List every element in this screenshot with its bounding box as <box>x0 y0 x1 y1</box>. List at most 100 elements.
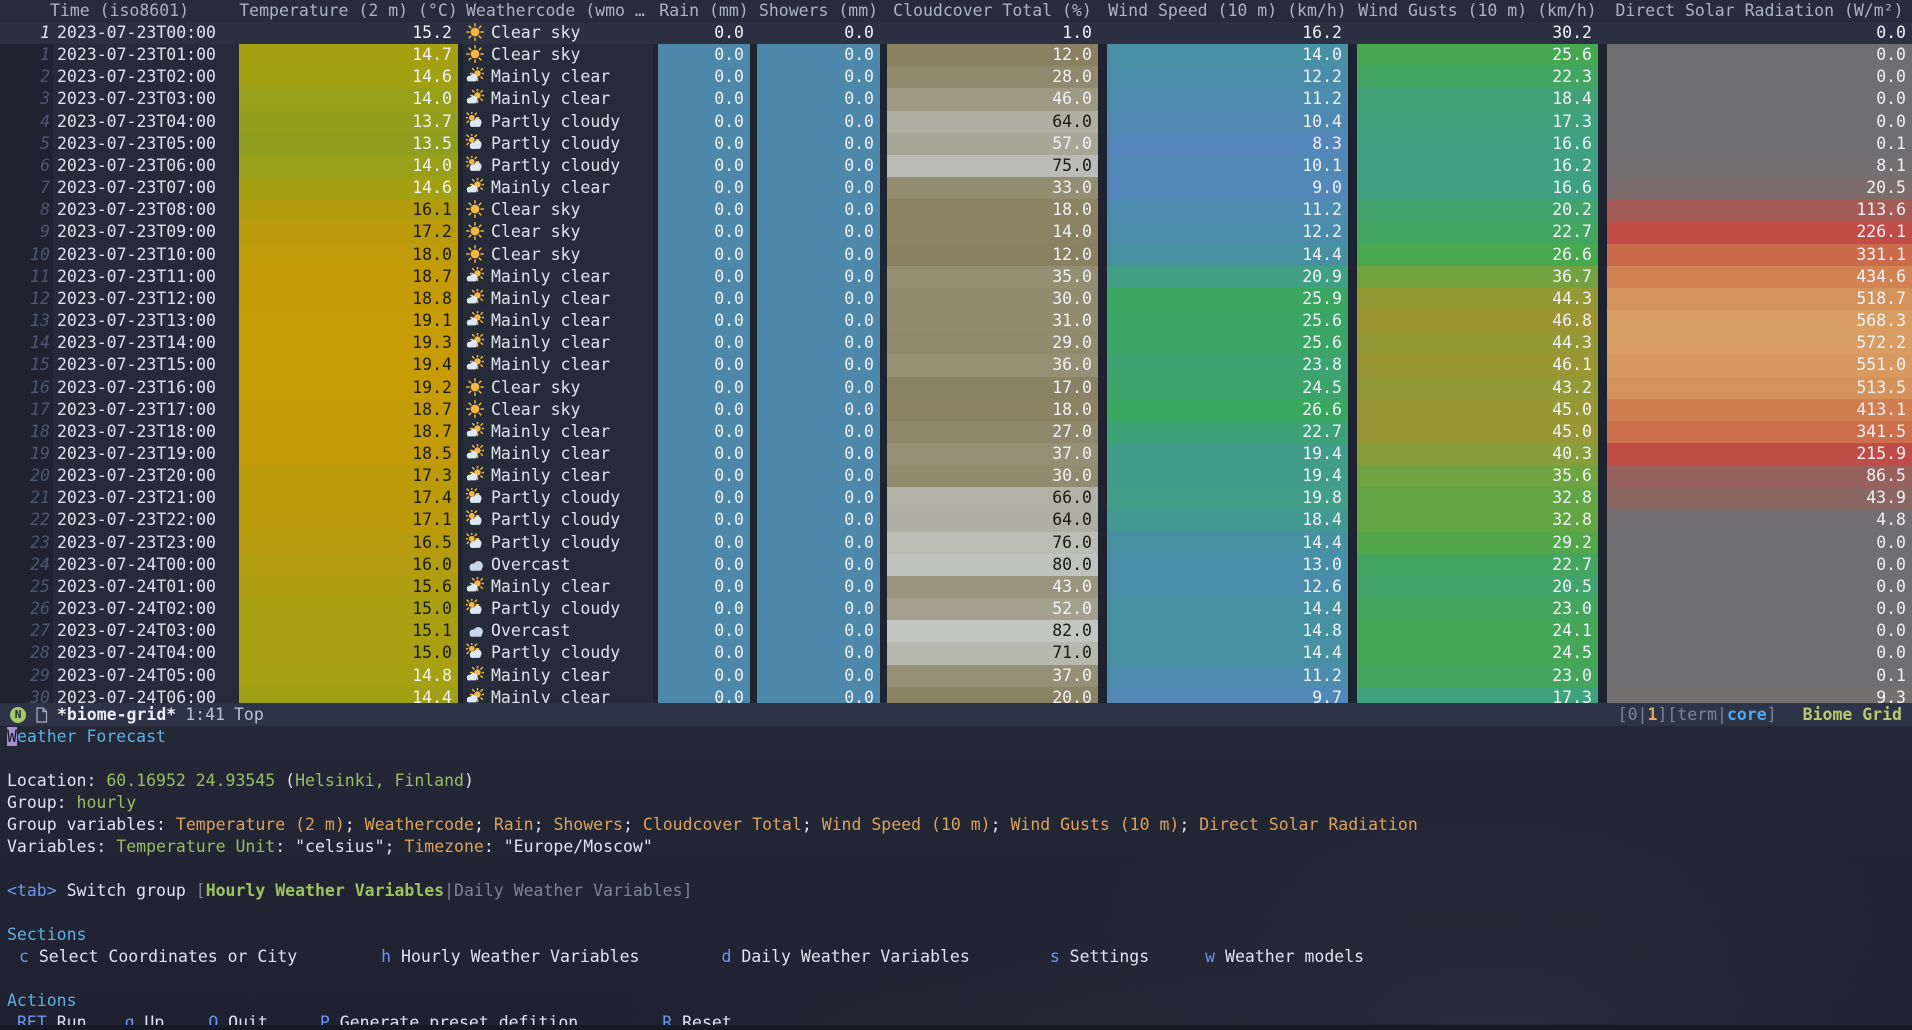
cell-gusts: 43.2 <box>1357 377 1598 399</box>
cell-weathercode: Clear sky <box>463 44 653 66</box>
table-row[interactable]: 262023-07-24T02:0015.0Partly cloudy0.00.… <box>0 598 1912 620</box>
table-row[interactable]: 202023-07-23T20:0017.3Mainly clear0.00.0… <box>0 465 1912 487</box>
section-item-s[interactable]: s Settings <box>1050 946 1149 968</box>
cell-time: 2023-07-23T22:00 <box>53 509 239 531</box>
cell-cloud: 64.0 <box>887 509 1098 531</box>
table-row[interactable]: 222023-07-23T22:0017.1Partly cloudy0.00.… <box>0 509 1912 531</box>
text-segment: : <box>484 837 504 856</box>
table-row[interactable]: 82023-07-23T08:0016.1Clear sky0.00.018.0… <box>0 199 1912 221</box>
weather-clear-icon <box>466 200 484 218</box>
table-row[interactable]: 142023-07-23T14:0019.3Mainly clear0.00.0… <box>0 332 1912 354</box>
table-row[interactable]: 192023-07-23T19:0018.5Mainly clear0.00.0… <box>0 443 1912 465</box>
cell-showers: 0.0 <box>757 88 880 110</box>
table-row[interactable]: 252023-07-24T01:0015.6Mainly clear0.00.0… <box>0 576 1912 598</box>
weathercode-label: Mainly clear <box>491 466 610 485</box>
cell-temp: 18.8 <box>239 288 458 310</box>
text-segment: ) <box>464 771 474 790</box>
cell-time: 2023-07-23T08:00 <box>53 199 239 221</box>
cell-wind: 25.6 <box>1107 332 1348 354</box>
text-segment: Group: <box>7 793 77 812</box>
cell-rain: 0.0 <box>658 244 750 266</box>
cell-temp: 14.6 <box>239 177 458 199</box>
section-item-c[interactable]: c Select Coordinates or City <box>19 946 297 968</box>
table-row[interactable]: 232023-07-23T23:0016.5Partly cloudy0.00.… <box>0 532 1912 554</box>
cell-solar: 226.1 <box>1607 221 1912 243</box>
panel-title: Weather Forecast <box>0 726 1912 748</box>
table-row[interactable]: 102023-07-23T10:0018.0Clear sky0.00.012.… <box>0 244 1912 266</box>
cell-time: 2023-07-24T04:00 <box>53 642 239 664</box>
table-row[interactable]: 52023-07-23T05:0013.5Partly cloudy0.00.0… <box>0 133 1912 155</box>
cell-cloud: 37.0 <box>887 665 1098 687</box>
cell-time: 2023-07-23T01:00 <box>53 44 239 66</box>
weather-clear-icon <box>466 222 484 240</box>
table-row[interactable]: 302023-07-24T06:0014.4Mainly clear0.00.0… <box>0 687 1912 703</box>
cell-rain: 0.0 <box>658 642 750 664</box>
weather-clear-icon <box>466 23 484 41</box>
blank-line <box>0 748 1912 770</box>
line-number: 3 <box>0 88 53 110</box>
text-segment: ( <box>275 771 295 790</box>
cell-weathercode: Overcast <box>463 554 653 576</box>
weathercode-label: Clear sky <box>491 200 580 219</box>
cell-showers: 0.0 <box>757 576 880 598</box>
table-row[interactable]: 242023-07-24T00:0016.0Overcast0.00.080.0… <box>0 554 1912 576</box>
cell-gusts: 36.7 <box>1357 266 1598 288</box>
section-item-w[interactable]: w Weather models <box>1205 946 1364 968</box>
weather-clear-icon <box>466 400 484 418</box>
line-number: 12 <box>0 288 53 310</box>
table-row[interactable]: 292023-07-24T05:0014.8Mainly clear0.00.0… <box>0 665 1912 687</box>
cell-cloud: 52.0 <box>887 598 1098 620</box>
window-divider <box>0 1025 1912 1030</box>
cell-rain: 0.0 <box>658 155 750 177</box>
cell-gusts: 23.0 <box>1357 665 1598 687</box>
table-row[interactable]: 62023-07-23T06:0014.0Partly cloudy0.00.0… <box>0 155 1912 177</box>
cell-showers: 0.0 <box>757 111 880 133</box>
table-row[interactable]: 12023-07-23T01:0014.7Clear sky0.00.012.0… <box>0 44 1912 66</box>
cell-solar: 568.3 <box>1607 310 1912 332</box>
cell-cloud: 43.0 <box>887 576 1098 598</box>
table-row[interactable]: 72023-07-23T07:0014.6Mainly clear0.00.03… <box>0 177 1912 199</box>
table-body: 12023-07-23T00:0015.2Clear sky0.00.01.01… <box>0 22 1912 703</box>
section-item-h[interactable]: h Hourly Weather Variables <box>381 946 639 968</box>
table-row[interactable]: 152023-07-23T15:0019.4Mainly clear0.00.0… <box>0 354 1912 376</box>
cell-temp: 16.0 <box>239 554 458 576</box>
table-row[interactable]: 182023-07-23T18:0018.7Mainly clear0.00.0… <box>0 421 1912 443</box>
group-line: Group: hourly <box>0 792 1912 814</box>
cell-rain: 0.0 <box>658 111 750 133</box>
cell-temp: 15.2 <box>239 22 458 44</box>
text-segment: 0 <box>1628 705 1638 724</box>
cell-showers: 0.0 <box>757 421 880 443</box>
modeline: N *biome-grid* 1:41 Top [0|1][term|core]… <box>0 703 1912 726</box>
table-row[interactable]: 112023-07-23T11:0018.7Mainly clear0.00.0… <box>0 266 1912 288</box>
table-row[interactable]: 212023-07-23T21:0017.4Partly cloudy0.00.… <box>0 487 1912 509</box>
table-row[interactable]: 42023-07-23T04:0013.7Partly cloudy0.00.0… <box>0 111 1912 133</box>
buffer-name: *biome-grid* <box>57 703 176 726</box>
tab-switch-line[interactable]: <tab> Switch group [Hourly Weather Varia… <box>0 880 1912 902</box>
cell-showers: 0.0 <box>757 399 880 421</box>
table-row[interactable]: 132023-07-23T13:0019.1Mainly clear0.00.0… <box>0 310 1912 332</box>
cell-weathercode: Mainly clear <box>463 177 653 199</box>
cell-showers: 0.0 <box>757 642 880 664</box>
weathercode-label: Partly cloudy <box>491 112 620 131</box>
table-row[interactable]: 122023-07-23T12:0018.8Mainly clear0.00.0… <box>0 288 1912 310</box>
text-segment: hourly <box>77 793 137 812</box>
cell-gusts: 16.6 <box>1357 133 1598 155</box>
table-row[interactable]: 22023-07-23T02:0014.6Mainly clear0.00.02… <box>0 66 1912 88</box>
table-row[interactable]: 282023-07-24T04:0015.0Partly cloudy0.00.… <box>0 642 1912 664</box>
cell-weathercode: Partly cloudy <box>463 509 653 531</box>
table-row[interactable]: 272023-07-24T03:0015.1Overcast0.00.082.0… <box>0 620 1912 642</box>
table-row[interactable]: 162023-07-23T16:0019.2Clear sky0.00.017.… <box>0 377 1912 399</box>
cell-gusts: 24.1 <box>1357 620 1598 642</box>
key-hint: w <box>1205 947 1215 966</box>
table-row[interactable]: 12023-07-23T00:0015.2Clear sky0.00.01.01… <box>0 22 1912 44</box>
group-variable: Temperature (2 m) <box>176 815 345 834</box>
weather-partly-cloudy-icon <box>466 643 484 661</box>
cell-time: 2023-07-23T11:00 <box>53 266 239 288</box>
cell-time: 2023-07-23T21:00 <box>53 487 239 509</box>
text-segment: term <box>1677 705 1717 724</box>
table-row[interactable]: 172023-07-23T17:0018.7Clear sky0.00.018.… <box>0 399 1912 421</box>
table-row[interactable]: 32023-07-23T03:0014.0Mainly clear0.00.04… <box>0 88 1912 110</box>
section-item-d[interactable]: d Daily Weather Variables <box>721 946 969 968</box>
line-number: 25 <box>0 576 53 598</box>
table-row[interactable]: 92023-07-23T09:0017.2Clear sky0.00.014.0… <box>0 221 1912 243</box>
